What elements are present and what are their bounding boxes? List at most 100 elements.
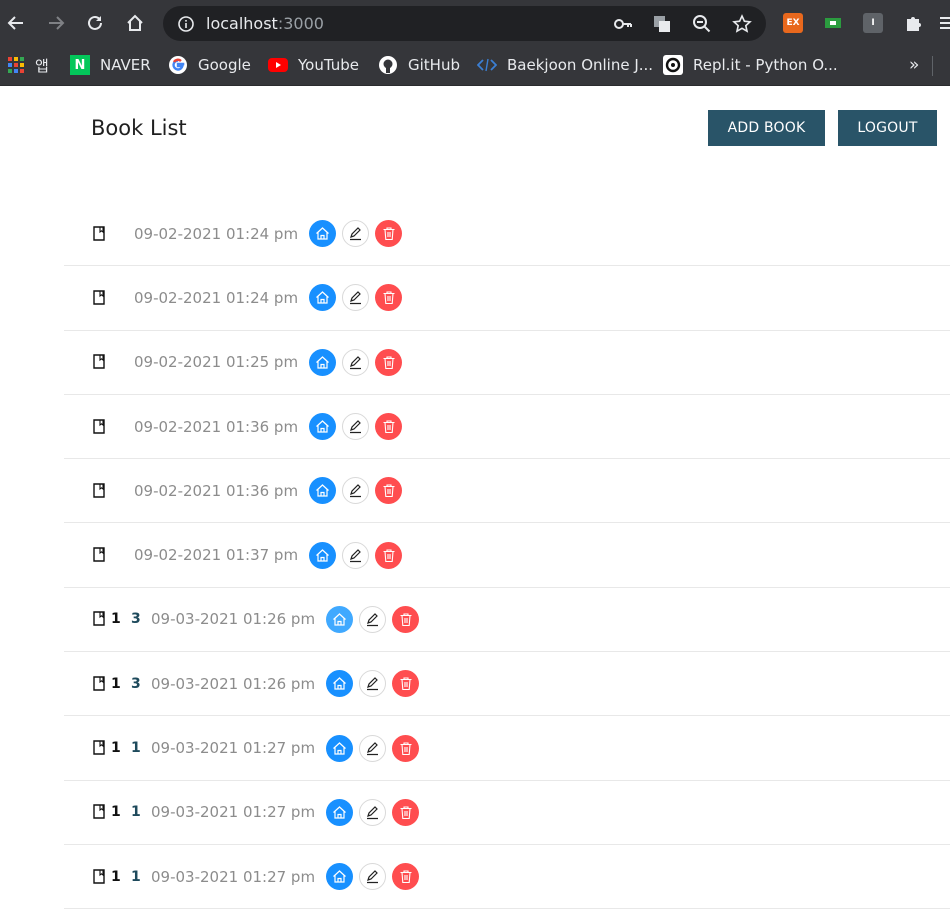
view-book-button[interactable] xyxy=(326,734,354,762)
naver-icon: N xyxy=(70,55,90,75)
trash-icon xyxy=(383,549,395,562)
home-icon xyxy=(333,870,346,883)
home-icon xyxy=(316,355,329,369)
green-extension-icon[interactable] xyxy=(823,13,843,33)
edit-book-button[interactable] xyxy=(359,734,387,762)
book-icon xyxy=(93,547,107,563)
bookmark-baekjoon[interactable]: Baekjoon Online J... xyxy=(477,54,653,76)
logout-button[interactable]: LOGOUT xyxy=(838,110,937,146)
gray-extension-icon[interactable]: I xyxy=(863,13,883,33)
edit-book-button[interactable] xyxy=(342,284,370,312)
home-icon xyxy=(316,227,329,240)
delete-book-button[interactable] xyxy=(375,220,403,248)
book-number-secondary: 1 xyxy=(131,868,141,885)
bookmark-label: Google xyxy=(198,56,251,74)
bookmark-google[interactable]: Google xyxy=(168,54,251,76)
url-host: localhost xyxy=(206,14,278,33)
edit-book-button[interactable] xyxy=(342,348,370,376)
bookmark-apps[interactable]: 앱 xyxy=(7,54,49,76)
menu-icon[interactable] xyxy=(938,13,950,33)
delete-book-button[interactable] xyxy=(392,670,420,698)
forward-arrow-icon xyxy=(49,16,65,30)
view-book-button[interactable] xyxy=(309,220,337,248)
translate-icon[interactable] xyxy=(652,14,672,34)
book-number-primary: 1 xyxy=(111,804,121,821)
bookmark-replit[interactable]: Repl.it - Python O... xyxy=(663,54,838,76)
add-book-button[interactable]: ADD BOOK xyxy=(708,110,825,146)
edit-icon xyxy=(350,355,362,369)
book-row: 09-02-2021 01:24 pm xyxy=(64,202,950,267)
bookmark-label: Repl.it - Python O... xyxy=(693,56,838,74)
delete-book-button[interactable] xyxy=(392,605,420,633)
bookmark-youtube[interactable]: YouTube xyxy=(268,54,359,76)
edit-book-button[interactable] xyxy=(342,477,370,505)
bookmark-label: GitHub xyxy=(408,56,460,74)
book-date: 09-02-2021 01:37 pm xyxy=(134,546,299,565)
trash-icon xyxy=(383,291,395,305)
delete-book-button[interactable] xyxy=(375,348,403,376)
address-bar[interactable]: localhost:3000 xyxy=(163,6,766,41)
trash-icon xyxy=(400,613,412,626)
forward-button[interactable] xyxy=(43,10,69,36)
edit-book-button[interactable] xyxy=(342,541,370,569)
book-row: 09-02-2021 01:37 pm xyxy=(64,523,950,588)
edit-book-button[interactable] xyxy=(342,220,370,248)
github-icon xyxy=(378,55,398,75)
edit-book-button[interactable] xyxy=(359,670,387,698)
delete-book-button[interactable] xyxy=(392,734,420,762)
home-icon xyxy=(333,741,346,755)
book-number-secondary: 1 xyxy=(131,740,141,757)
view-book-button[interactable] xyxy=(326,670,354,698)
delete-book-button[interactable] xyxy=(392,863,420,891)
edit-icon xyxy=(367,677,379,691)
book-number-primary: 1 xyxy=(111,740,121,757)
view-book-button[interactable] xyxy=(326,798,354,826)
bookmarks-overflow-button[interactable]: » xyxy=(909,54,919,76)
back-arrow-icon xyxy=(7,16,23,30)
edit-icon xyxy=(350,420,362,434)
edit-icon xyxy=(350,291,362,305)
view-book-button[interactable] xyxy=(326,605,354,633)
delete-book-button[interactable] xyxy=(375,541,403,569)
book-icon xyxy=(93,868,107,885)
url-text: localhost:3000 xyxy=(206,14,324,33)
view-book-button[interactable] xyxy=(309,348,337,376)
view-book-button[interactable] xyxy=(309,541,337,569)
delete-book-button[interactable] xyxy=(375,413,403,441)
view-book-button[interactable] xyxy=(309,413,337,441)
edit-icon xyxy=(367,870,379,884)
ex-extension-icon[interactable]: EX xyxy=(783,13,803,33)
edit-book-button[interactable] xyxy=(359,863,387,891)
view-book-button[interactable] xyxy=(326,863,354,891)
home-button[interactable] xyxy=(122,10,148,36)
view-book-button[interactable] xyxy=(309,477,337,505)
edit-book-button[interactable] xyxy=(359,798,387,826)
puzzle-icon[interactable] xyxy=(903,13,923,33)
trash-icon xyxy=(400,741,412,755)
bookmark-github[interactable]: GitHub xyxy=(378,54,460,76)
book-date: 09-02-2021 01:24 pm xyxy=(134,224,299,243)
book-row: 1 1 09-03-2021 01:27 pm xyxy=(64,845,950,910)
home-icon xyxy=(316,548,329,562)
reload-button[interactable] xyxy=(82,10,108,36)
book-icon xyxy=(93,483,107,499)
browser-toolbar: localhost:3000 EX I xyxy=(0,0,950,46)
delete-book-button[interactable] xyxy=(375,284,403,312)
delete-book-button[interactable] xyxy=(392,798,420,826)
star-icon[interactable] xyxy=(732,14,752,34)
home-icon xyxy=(333,613,346,626)
home-icon xyxy=(127,14,143,31)
edit-book-button[interactable] xyxy=(359,605,387,633)
page-title: Book List xyxy=(91,116,187,140)
delete-book-button[interactable] xyxy=(375,477,403,505)
bookmark-label: YouTube xyxy=(298,56,359,74)
info-icon[interactable] xyxy=(176,14,196,34)
bookmark-naver[interactable]: N NAVER xyxy=(70,54,151,76)
key-icon[interactable] xyxy=(613,14,633,34)
book-date: 09-02-2021 01:36 pm xyxy=(134,417,299,436)
edit-book-button[interactable] xyxy=(342,413,370,441)
view-book-button[interactable] xyxy=(309,284,337,312)
zoom-out-icon[interactable] xyxy=(692,14,712,34)
back-button[interactable] xyxy=(3,10,29,36)
trash-icon xyxy=(400,677,412,691)
